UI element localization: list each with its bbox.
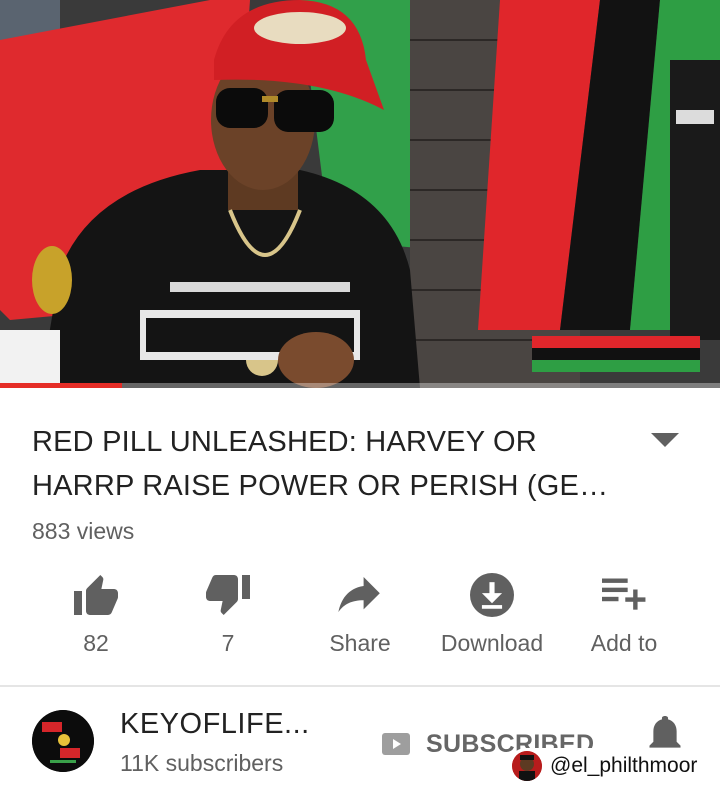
video-title[interactable]: RED PILL UNLEASHED: HARVEY OR HARRP RAIS… bbox=[32, 420, 632, 508]
channel-logo-image bbox=[32, 710, 94, 772]
like-button[interactable]: 82 bbox=[30, 566, 162, 666]
thumbs-down-icon bbox=[206, 575, 250, 615]
share-label: Share bbox=[329, 630, 391, 656]
section-divider bbox=[0, 685, 720, 687]
video-progress-fill bbox=[0, 383, 123, 388]
youtube-play-icon bbox=[382, 733, 410, 755]
dislike-count: 7 bbox=[221, 630, 235, 656]
video-title-text: RED PILL UNLEASHED: HARVEY OR HARRP RAIS… bbox=[32, 426, 609, 502]
channel-name[interactable]: KEYOFLIFE... bbox=[120, 708, 310, 741]
share-icon bbox=[338, 577, 380, 613]
add-to-label: Add to bbox=[590, 630, 658, 656]
download-icon bbox=[470, 573, 514, 617]
thumbs-up-icon bbox=[74, 575, 118, 615]
bell-icon bbox=[649, 716, 681, 752]
watermark-avatar bbox=[512, 751, 542, 781]
video-progress-bar[interactable] bbox=[0, 383, 720, 388]
notification-bell-button[interactable] bbox=[648, 716, 682, 752]
profile-picture-image bbox=[512, 751, 542, 781]
action-bar: 82 7 Share Download Add to bbox=[30, 566, 690, 666]
download-label: Download bbox=[440, 630, 544, 656]
playlist-add-icon bbox=[602, 578, 646, 610]
expand-description-button[interactable] bbox=[648, 428, 682, 454]
video-frame bbox=[0, 0, 720, 388]
add-to-playlist-button[interactable]: Add to bbox=[558, 566, 690, 666]
channel-subscriber-count: 11K subscribers bbox=[120, 750, 284, 776]
video-player[interactable] bbox=[0, 0, 720, 388]
caret-down-icon bbox=[651, 433, 679, 447]
channel-avatar[interactable] bbox=[32, 710, 94, 772]
dislike-button[interactable]: 7 bbox=[162, 566, 294, 666]
like-count: 82 bbox=[83, 630, 109, 656]
watermark-handle: @el_philthmoor bbox=[550, 754, 698, 777]
instagram-watermark: @el_philthmoor bbox=[508, 748, 712, 784]
view-count: 883 views bbox=[32, 518, 135, 544]
download-button[interactable]: Download bbox=[426, 566, 558, 666]
share-button[interactable]: Share bbox=[294, 566, 426, 666]
